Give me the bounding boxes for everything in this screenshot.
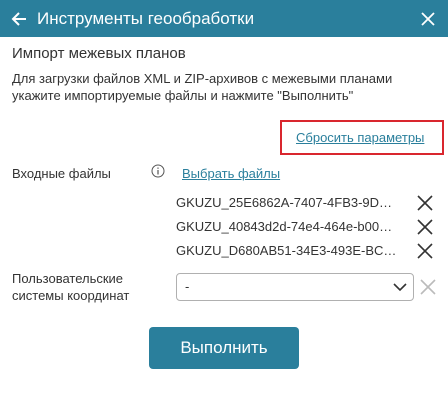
close-icon[interactable] — [416, 242, 434, 260]
file-name: GKUZU_25E6862A-7407-4FB3-9D… — [176, 195, 393, 210]
file-list-item: GKUZU_40843d2d-74e4-464e-b00… — [176, 217, 436, 237]
close-icon[interactable] — [416, 218, 434, 236]
dialog-header: Инструменты геообработки — [0, 0, 448, 37]
crs-select[interactable]: - — [176, 273, 414, 301]
chevron-down-icon — [393, 283, 407, 292]
file-name: GKUZU_D680AB51-34E3-493E-BC… — [176, 243, 397, 258]
info-icon[interactable] — [151, 164, 165, 178]
select-files-link[interactable]: Выбрать файлы — [182, 166, 280, 181]
reset-parameters-link[interactable]: Сбросить параметры — [296, 130, 424, 145]
back-button[interactable] — [0, 0, 37, 37]
close-icon[interactable] — [419, 278, 437, 296]
close-icon — [421, 11, 435, 26]
arrow-left-icon — [11, 11, 26, 26]
file-list-item: GKUZU_25E6862A-7407-4FB3-9D… — [176, 193, 436, 213]
crs-selected-value: - — [185, 279, 190, 294]
crs-label: Пользовательские системы координат — [12, 271, 130, 303]
file-name: GKUZU_40843d2d-74e4-464e-b00… — [176, 219, 393, 234]
run-button[interactable]: Выполнить — [149, 327, 299, 369]
section-title: Импорт межевых планов — [12, 45, 186, 62]
file-list-item: GKUZU_D680AB51-34E3-493E-BC… — [176, 241, 436, 261]
close-dialog-button[interactable] — [408, 0, 448, 37]
section-description: Для загрузки файлов XML и ZIP-архивов с … — [12, 71, 393, 103]
close-icon[interactable] — [416, 194, 434, 212]
input-files-label: Входные файлы — [12, 166, 111, 181]
dialog-title: Инструменты геообработки — [37, 8, 255, 28]
